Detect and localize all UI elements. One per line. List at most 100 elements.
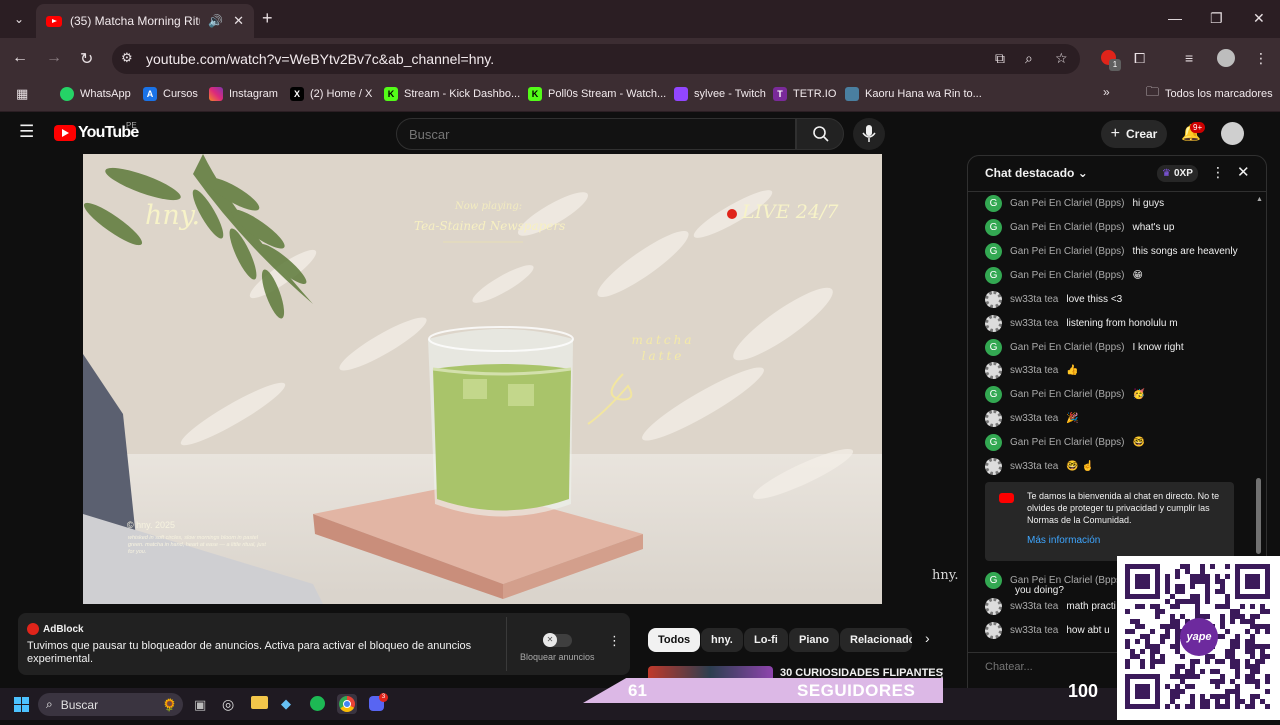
chat-message[interactable]: sw33ta tea 👍 [985, 360, 1079, 380]
file-explorer-icon[interactable] [251, 696, 268, 709]
chat-author[interactable]: sw33ta tea [1010, 601, 1058, 612]
voice-search-button[interactable] [853, 118, 885, 150]
chat-message[interactable]: sw33ta tea listening from honolulu m [985, 313, 1178, 333]
bookmark-kaoru-hana[interactable]: Kaoru Hana wa Rin to... [845, 86, 982, 102]
windows-start-icon[interactable] [14, 697, 29, 712]
chat-message[interactable]: G Gan Pei En Clariel (Bpps) this songs are… [985, 241, 1238, 261]
xp-badge[interactable]: ♛ 0XP [1157, 165, 1198, 182]
bookmark-cursos[interactable]: A Cursos [143, 86, 198, 102]
site-info-icon[interactable]: ⚙ [121, 50, 133, 66]
tab-close-icon[interactable]: ✕ [233, 13, 244, 29]
chat-message[interactable]: sw33ta tea how abt u [985, 620, 1110, 640]
chat-author[interactable]: Gan Pei En Clariel (Bpps) [1010, 198, 1125, 209]
minimize-icon[interactable]: — [1168, 10, 1182, 26]
bookmark-whatsapp[interactable]: WhatsApp [60, 86, 131, 102]
chat-message[interactable]: sw33ta tea 🤓 ☝️ [985, 456, 1094, 476]
chat-message[interactable]: G Gan Pei En Clariel (Bpps you doing? [985, 570, 1121, 596]
zoom-icon[interactable]: ⌕ [1025, 50, 1033, 67]
apps-grid-icon[interactable]: ▦ [16, 86, 28, 102]
maximize-icon[interactable]: ❐ [1210, 10, 1223, 27]
back-icon[interactable]: ← [12, 49, 28, 67]
chip-relacionado[interactable]: Relacionado [840, 628, 912, 652]
copilot-icon[interactable]: ◎ [222, 696, 234, 713]
chat-avatar[interactable]: G [985, 266, 1002, 284]
chat-author[interactable]: Gan Pei En Clariel (Bpps) [1010, 246, 1125, 257]
extensions-puzzle-icon[interactable]: ⧠ [1134, 50, 1145, 67]
chat-author[interactable]: Gan Pei En Clariel (Bpps) [1010, 389, 1125, 400]
chat-author[interactable]: Gan Pei En Clariel (Bpps [1010, 575, 1121, 586]
chat-avatar[interactable] [985, 361, 1002, 379]
chat-author[interactable]: Gan Pei En Clariel (Bpps) [1010, 437, 1125, 448]
chat-avatar[interactable]: G [985, 433, 1002, 451]
chat-message[interactable]: G Gan Pei En Clariel (Bpps) 🥳 [985, 384, 1145, 404]
chat-avatar[interactable] [985, 597, 1002, 615]
tab-search-chevron-icon[interactable]: ⌄ [8, 8, 30, 30]
chat-message[interactable]: G Gan Pei En Clariel (Bpps) I know right [985, 337, 1184, 357]
url-text[interactable]: youtube.com/watch?v=WeBYtv2Bv7c&ab_chann… [146, 51, 494, 67]
chat-avatar[interactable] [985, 621, 1002, 639]
chat-more-icon[interactable]: ⋮ [1211, 164, 1225, 181]
chat-author[interactable]: sw33ta tea [1010, 365, 1058, 376]
steam-icon[interactable]: ◆ [281, 696, 291, 712]
bookmark-x-home[interactable]: X (2) Home / X [290, 86, 372, 102]
chat-avatar[interactable]: G [985, 218, 1002, 236]
chat-message[interactable]: G Gan Pei En Clariel (Bpps) 😁 [985, 265, 1143, 285]
bookmark-tetrio[interactable]: T TETR.IO [773, 86, 836, 102]
chat-author[interactable]: Gan Pei En Clariel (Bpps) [1010, 342, 1125, 353]
active-tab[interactable]: (35) Matcha Morning Ritual 🔊 ✕ [36, 4, 254, 38]
hamburger-menu-icon[interactable]: ☰ [19, 122, 34, 142]
chat-close-icon[interactable]: ✕ [1237, 163, 1250, 181]
bookmark-star-icon[interactable]: ☆ [1055, 50, 1068, 67]
chip-todos[interactable]: Todos [648, 628, 701, 652]
chat-input[interactable] [985, 657, 1117, 677]
chip-piano[interactable]: Piano [789, 628, 839, 652]
chat-author[interactable]: sw33ta tea [1010, 318, 1058, 329]
browser-menu-icon[interactable]: ⋮ [1254, 50, 1268, 67]
chat-avatar[interactable] [985, 290, 1002, 308]
chat-author[interactable]: sw33ta tea [1010, 413, 1058, 424]
tab-audio-icon[interactable]: 🔊 [208, 14, 223, 28]
bookmark-kick-stream[interactable]: K Poll0s Stream - Watch... [528, 86, 666, 102]
recommendation-more-icon[interactable]: ⋮ [936, 666, 948, 680]
chat-message[interactable]: sw33ta tea math practi [985, 596, 1116, 616]
profile-avatar[interactable] [1217, 49, 1235, 67]
chat-scroll-up-icon[interactable]: ▲ [1256, 196, 1263, 203]
install-app-icon[interactable]: ⧉ [995, 50, 1005, 67]
search-input[interactable] [396, 118, 796, 150]
chrome-taskbar-item[interactable] [337, 694, 357, 714]
chat-message[interactable]: G Gan Pei En Clariel (Bpps) 🤓 [985, 432, 1145, 452]
media-control-icon[interactable]: ≡ [1185, 50, 1193, 66]
channel-watermark[interactable]: hny. [932, 568, 959, 583]
chips-next-icon[interactable]: › [925, 630, 930, 646]
adblock-more-icon[interactable]: ⋮ [608, 633, 621, 649]
chat-message[interactable]: G Gan Pei En Clariel (Bpps) hi guys [985, 193, 1164, 213]
chat-avatar[interactable]: G [985, 338, 1002, 356]
chat-scrollbar[interactable] [1256, 478, 1261, 554]
chat-avatar[interactable]: G [985, 194, 1002, 212]
block-ads-toggle[interactable]: ✕ [543, 633, 572, 647]
taskbar-search[interactable]: ⌕ Buscar 🌻 [38, 693, 183, 716]
reload-icon[interactable]: ↻ [80, 49, 93, 69]
chat-author[interactable]: sw33ta tea [1010, 461, 1058, 472]
chat-avatar[interactable]: G [985, 242, 1002, 260]
chat-author[interactable]: Gan Pei En Clariel (Bpps) [1010, 222, 1125, 233]
new-tab-button[interactable]: + [262, 8, 273, 29]
more-info-link[interactable]: Más información [1027, 535, 1100, 546]
chat-avatar[interactable] [985, 457, 1002, 475]
bookmark-kick-dashboard[interactable]: K Stream - Kick Dashbo... [384, 86, 520, 102]
chat-message[interactable]: sw33ta tea 🎉 [985, 408, 1079, 428]
bookmark-instagram[interactable]: Instagram [209, 86, 278, 102]
chat-message[interactable]: sw33ta tea love thiss <3 [985, 289, 1122, 309]
task-view-icon[interactable]: ▣ [194, 697, 206, 713]
bookmark-twitch[interactable]: sylvee - Twitch [674, 86, 766, 102]
video-player[interactable]: hny. Now playing: Tea-Stained Newspapers… [83, 154, 882, 604]
chat-author[interactable]: sw33ta tea [1010, 625, 1058, 636]
spotify-icon[interactable] [310, 696, 325, 711]
chip-hny[interactable]: hny. [701, 628, 743, 652]
more-bookmarks-icon[interactable]: » [1103, 85, 1110, 99]
chat-avatar[interactable]: G [985, 571, 1002, 589]
chat-message[interactable]: G Gan Pei En Clariel (Bpps) what's up [985, 217, 1174, 237]
chip-lofi[interactable]: Lo-fi [744, 628, 788, 652]
forward-icon[interactable]: → [46, 49, 62, 67]
chat-author[interactable]: sw33ta tea [1010, 294, 1058, 305]
